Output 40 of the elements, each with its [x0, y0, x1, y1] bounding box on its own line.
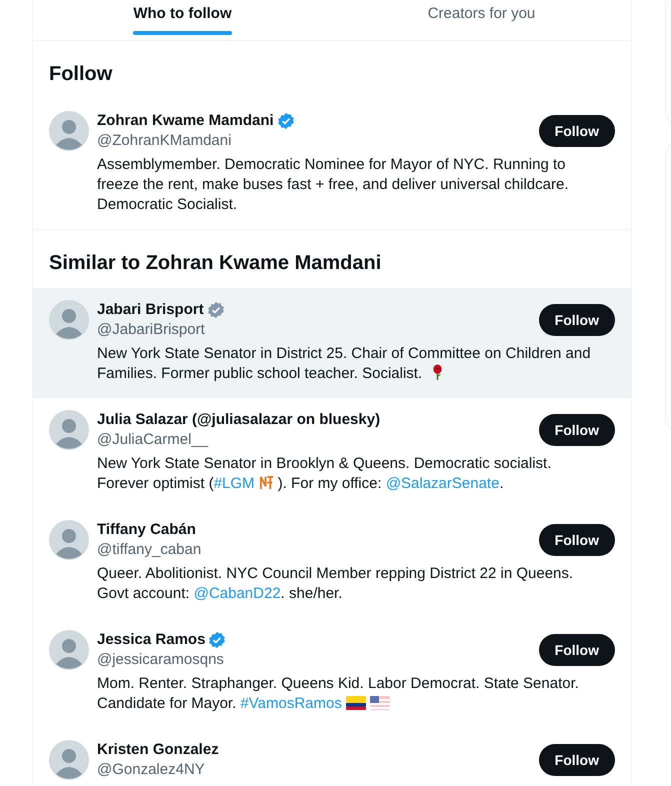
- avatar-icon[interactable]: [49, 520, 89, 560]
- avatar-icon[interactable]: [49, 630, 89, 670]
- user-handle[interactable]: @tiffany_caban: [97, 540, 202, 560]
- follow-button[interactable]: Follow: [538, 524, 615, 556]
- verified-badge-icon: [276, 112, 295, 130]
- user-bio: New York State Senator in District 25. Chair of Committee on Children and Families. Former public school teacher. Socialist.: [97, 344, 592, 384]
- avatar-icon[interactable]: [49, 410, 89, 450]
- follow-button[interactable]: Follow: [538, 115, 615, 147]
- avatar-icon[interactable]: [49, 740, 89, 780]
- user-name[interactable]: Jabari Brisport: [97, 300, 204, 320]
- section-heading: Similar to Zohran Kwame Mamdani: [48, 251, 382, 276]
- user-bio: Assemblymember. Democratic Nominee for Mayor of NYC. Running to freeze the rent, make buses fast + free, and deliver universal childcare. Democratic Socialist.: [97, 155, 570, 215]
- user-handle[interactable]: @jessicaramosqns: [97, 650, 226, 670]
- follow-button[interactable]: Follow: [538, 414, 615, 446]
- user-handle[interactable]: @Gonzalez4NY: [97, 760, 219, 780]
- user-name[interactable]: Zohran Kwame Mamdani: [97, 111, 274, 131]
- monogram-logo-icon: [258, 474, 274, 491]
- user-handle[interactable]: @JabariBrisport: [97, 320, 225, 340]
- tab[interactable]: Who to follow: [33, 0, 332, 40]
- user-name[interactable]: Jessica Ramos: [97, 630, 206, 650]
- section-heading: Follow: [48, 62, 114, 87]
- verified-badge-icon: [206, 301, 225, 319]
- verified-badge-icon: [208, 631, 226, 649]
- user-bio: Queer. Abolitionist. NYC Council Member repping District 22 in Queens. Govt account: @CabanD22. she/her.: [97, 564, 574, 604]
- user-name[interactable]: Tiffany Cabán: [97, 520, 196, 540]
- follow-button[interactable]: Follow: [538, 744, 615, 776]
- user-bio: Mom. Renter. Straphanger. Queens Kid. Labor Democrat. State Senator. Candidate for Mayor. #VamosRamos: [97, 674, 580, 714]
- follow-button[interactable]: Follow: [538, 304, 615, 336]
- user-name[interactable]: Kristen Gonzalez: [97, 740, 219, 760]
- user-handle[interactable]: @ZohranKMamdani: [97, 131, 295, 151]
- user-row[interactable]: Jabari Brisport @JabariBrisport Follow New York State Senator in District 25. Chair of Committee on Children and Families. Former public school teacher. Socialist.: [33, 288, 631, 398]
- avatar-icon[interactable]: [49, 300, 89, 340]
- user-bio: New York State Senator in Brooklyn & Queens. Democratic socialist. Forever optimist (#LGM ). For my office: @SalazarSenate.: [97, 454, 552, 494]
- flag-icon: [346, 696, 366, 710]
- avatar-icon[interactable]: [49, 111, 89, 151]
- user-handle[interactable]: @JuliaCarmel__: [97, 430, 380, 450]
- user-name[interactable]: Julia Salazar (@juliasalazar on bluesky): [97, 410, 380, 430]
- flag-icon: [370, 696, 390, 710]
- tab[interactable]: Creators for you: [332, 0, 631, 40]
- follow-button[interactable]: Follow: [538, 634, 615, 666]
